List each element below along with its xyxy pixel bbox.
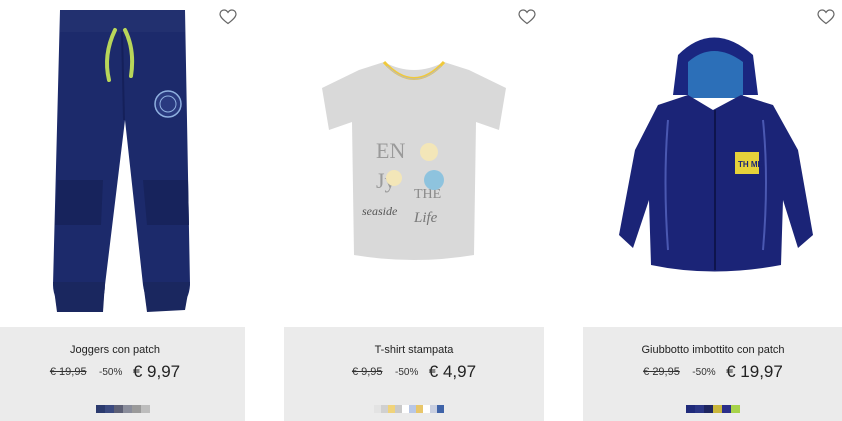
heart-outline-icon[interactable]: [518, 9, 536, 25]
product-prices: € 29,95 -50% € 19,97: [583, 362, 842, 382]
sale-price: € 4,97: [428, 362, 477, 381]
color-swatch[interactable]: [114, 405, 123, 413]
product-name[interactable]: T-shirt stampata: [284, 344, 544, 356]
product-grid: Joggers con patch € 19,95 -50% € 9,97 EN…: [0, 0, 842, 421]
product-name[interactable]: Giubbotto imbottito con patch: [583, 344, 842, 356]
product-image-jacket[interactable]: TH ME: [583, 0, 842, 327]
original-price: € 19,95: [49, 366, 87, 378]
color-swatch[interactable]: [722, 405, 731, 413]
heart-outline-icon[interactable]: [219, 9, 237, 25]
color-swatches: [374, 405, 444, 413]
color-swatch[interactable]: [430, 405, 437, 413]
original-price: € 29,95: [643, 366, 680, 378]
original-price: € 9,95: [351, 366, 383, 378]
svg-text:TH ME: TH ME: [738, 160, 764, 169]
product-prices: € 9,95 -50% € 4,97: [284, 362, 544, 382]
color-swatch[interactable]: [731, 405, 740, 413]
color-swatch[interactable]: [381, 405, 388, 413]
svg-text:EN: EN: [376, 138, 405, 163]
discount-badge: -50%: [99, 366, 123, 378]
color-swatch[interactable]: [686, 405, 695, 413]
svg-text:seaside: seaside: [362, 204, 398, 218]
color-swatch[interactable]: [388, 405, 395, 413]
sale-price: € 9,97: [132, 362, 181, 381]
heart-outline-icon[interactable]: [817, 9, 835, 25]
product-image-tshirt[interactable]: EN Jy THE seaside Life: [284, 0, 544, 327]
color-swatch[interactable]: [123, 405, 132, 413]
color-swatches: [96, 405, 150, 413]
color-swatches: [686, 405, 740, 413]
product-card[interactable]: EN Jy THE seaside Life T-shirt stampata …: [284, 0, 544, 421]
product-card[interactable]: Joggers con patch € 19,95 -50% € 9,97: [0, 0, 245, 421]
color-swatch[interactable]: [395, 405, 402, 413]
color-swatch[interactable]: [141, 405, 150, 413]
color-swatch[interactable]: [437, 405, 444, 413]
color-swatch[interactable]: [695, 405, 704, 413]
color-swatch[interactable]: [409, 405, 416, 413]
color-swatch[interactable]: [96, 405, 105, 413]
product-card[interactable]: TH ME Giubbotto imbottito con patch € 29…: [583, 0, 842, 421]
color-swatch[interactable]: [423, 405, 430, 413]
product-prices: € 19,95 -50% € 9,97: [0, 362, 245, 382]
svg-text:Life: Life: [413, 210, 438, 226]
color-swatch[interactable]: [713, 405, 722, 413]
color-swatch[interactable]: [374, 405, 381, 413]
color-swatch[interactable]: [704, 405, 713, 413]
discount-badge: -50%: [394, 366, 419, 378]
product-name[interactable]: Joggers con patch: [0, 344, 245, 356]
product-image-joggers[interactable]: [0, 0, 245, 327]
color-swatch[interactable]: [416, 405, 423, 413]
color-swatch[interactable]: [132, 405, 141, 413]
color-swatch[interactable]: [105, 405, 114, 413]
color-swatch[interactable]: [402, 405, 409, 413]
discount-badge: -50%: [692, 366, 716, 378]
sale-price: € 19,97: [726, 362, 783, 381]
